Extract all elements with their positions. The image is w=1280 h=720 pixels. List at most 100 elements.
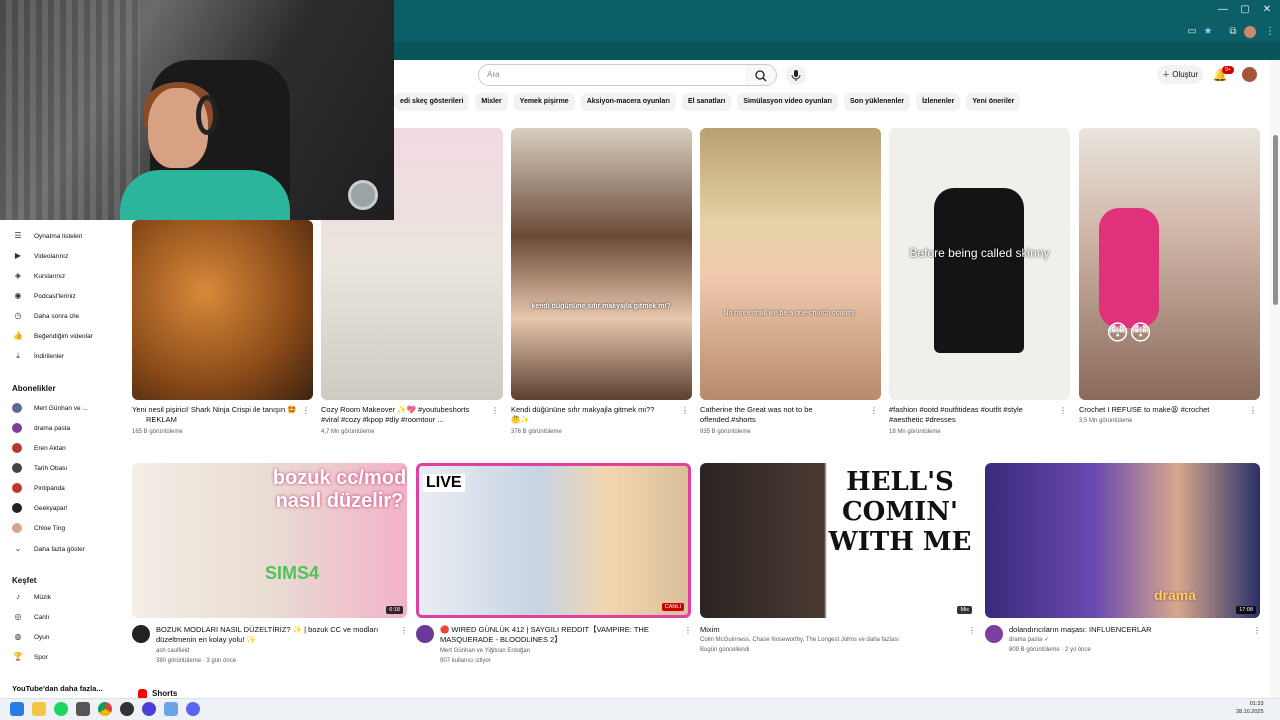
create-button[interactable]: ＋ Oluştur — [1157, 65, 1203, 84]
account-avatar[interactable] — [1242, 67, 1257, 82]
filter-chip[interactable]: El sanatları — [681, 93, 732, 111]
more-actions-icon[interactable]: ⋮ — [870, 406, 878, 415]
settings-app-icon[interactable] — [164, 702, 178, 716]
video-title[interactable]: BOZUK MODLARI NASIL DÜZELTİRİZ? ✨ | bozu… — [156, 625, 404, 635]
video-thumbnail[interactable]: LIVE CANLI — [416, 463, 691, 618]
close-icon[interactable]: ✕ — [1258, 4, 1276, 16]
sidebar-item[interactable]: ⤓ İndirilenler — [12, 349, 122, 363]
more-actions-icon[interactable]: ⋮ — [681, 406, 689, 415]
more-actions-icon[interactable]: ⋮ — [1253, 626, 1261, 635]
video-title[interactable]: Catherine the Great was not to be — [700, 405, 868, 415]
minimize-icon[interactable]: — — [1214, 4, 1232, 16]
search-input[interactable]: Ara — [478, 64, 746, 86]
filter-chip[interactable]: Yeni öneriler — [966, 93, 1021, 111]
filter-chip[interactable]: Son yüklenenler — [844, 93, 911, 111]
bookmark-star-icon[interactable]: ★ — [1202, 26, 1214, 38]
video-title[interactable]: Kendi düğününe sıfır makyajla gitmek mi?… — [511, 405, 679, 415]
explore-item[interactable]: 🏆 Spor — [12, 650, 122, 664]
subscription-item[interactable]: Eren Aktan — [12, 442, 122, 456]
video-title[interactable]: dolandırıcıların maşası: INFLUENCERLAR — [1009, 625, 1257, 635]
more-actions-icon[interactable]: ⋮ — [302, 406, 310, 415]
more-actions-icon[interactable]: ⋮ — [684, 626, 692, 635]
profile-avatar-icon[interactable] — [1244, 26, 1256, 38]
video-thumbnail[interactable]: drama 17:08 — [985, 463, 1260, 618]
more-actions-icon[interactable]: ⋮ — [968, 626, 976, 635]
windows-start-icon[interactable] — [10, 702, 24, 716]
channel-avatar[interactable] — [132, 625, 150, 643]
explore-item[interactable]: ◍ Oyun — [12, 630, 122, 644]
video-title[interactable]: #fashion #ootd #outfitideas #outfit #sty… — [889, 405, 1057, 415]
sidebar-item[interactable]: ◷ Daha sonra izle — [12, 309, 122, 323]
video-thumbnail[interactable] — [132, 220, 313, 400]
chrome-icon[interactable] — [98, 702, 112, 716]
subscriptions-heading[interactable]: Abonelikler — [12, 384, 56, 393]
app-icon[interactable] — [142, 702, 156, 716]
sidebar-item[interactable]: ☰ Oynatma listeleri — [12, 229, 122, 243]
more-actions-icon[interactable]: ⋮ — [1059, 406, 1067, 415]
explore-item[interactable]: ◎ Canlı — [12, 610, 122, 624]
video-title[interactable]: Cozy Room Makeover ✨💖 #youtubeshorts — [321, 405, 489, 415]
filter-chip[interactable]: Yemek pişirme — [513, 93, 575, 111]
explore-item[interactable]: ♪ Müzik — [12, 590, 122, 604]
video-title[interactable]: Yeni nesil pişirici! Shark Ninja Crispi … — [132, 405, 300, 415]
channel-name[interactable]: ash caulfield — [156, 646, 406, 656]
show-more-button[interactable]: ⌄ Daha fazla göster — [12, 542, 122, 556]
video-title-line2[interactable]: MASQUERADE - BLOODLINES 2】 — [440, 635, 688, 645]
file-explorer-icon[interactable] — [32, 702, 46, 716]
system-clock[interactable]: 01:33 28.10.2025 — [1236, 700, 1264, 716]
subscription-item[interactable]: Mert Günhan ve ... — [12, 402, 122, 416]
subscription-item[interactable]: Pintipanda — [12, 482, 122, 496]
subscription-item[interactable]: drama pasta — [12, 422, 122, 436]
video-thumbnail[interactable]: kendi düğününe sıfır makyajla gitmek mi? — [511, 128, 692, 400]
video-thumbnail[interactable]: HELL'S COMIN' WITH ME Mix — [700, 463, 976, 618]
search-button[interactable] — [745, 64, 777, 86]
channel-avatar[interactable] — [416, 625, 434, 643]
video-title[interactable]: 🔴 WIRED GÜNLÜK 412 | SAYGILI REDDIT【VAMP… — [440, 625, 688, 635]
spotify-icon[interactable] — [54, 702, 68, 716]
sidebar-item[interactable]: ◉ Podcast'leriniz — [12, 289, 122, 303]
video-title[interactable]: Mixim — [700, 625, 948, 635]
maximize-icon[interactable]: ▢ — [1236, 4, 1254, 16]
more-actions-icon[interactable]: ⋮ — [400, 626, 408, 635]
subscription-label: Tarih Obası — [34, 465, 68, 472]
sidebar-item[interactable]: ◈ Kurslarınız — [12, 269, 122, 283]
discord-icon[interactable] — [186, 702, 200, 716]
video-title-line2[interactable]: #viral #cozy #kpop #diy #roomtour ... — [321, 415, 489, 425]
filter-chip[interactable]: Simülasyon video oyunları — [737, 93, 839, 111]
music-icon: ♪ — [16, 592, 20, 601]
subscription-item[interactable]: Tarih Obası — [12, 462, 122, 476]
channel-name[interactable]: Colm McGuinness, Chase Noseworthy, The L… — [700, 635, 950, 645]
channel-avatar[interactable] — [985, 625, 1003, 643]
sidebar-item[interactable]: 👍 Beğendiğim videolar — [12, 329, 122, 343]
video-thumbnail[interactable]: Before being called skinny — [889, 128, 1070, 400]
video-thumbnail[interactable]: No more shall we be a one-church country… — [700, 128, 881, 400]
subscription-item[interactable]: Geekyapar! — [12, 502, 122, 516]
video-title-line2[interactable]: düzeltmenin en kolay yolu! ✨ — [156, 635, 404, 645]
video-title[interactable]: Crochet I REFUSE to make😫 #crochet — [1079, 405, 1247, 415]
more-actions-icon[interactable]: ⋮ — [491, 406, 499, 415]
view-count: Bugün güncellendi — [700, 647, 750, 653]
video-title-line2[interactable]: #aesthetic #dresses — [889, 415, 1057, 425]
subscription-item[interactable]: Chloe Ting — [12, 522, 122, 536]
more-actions-icon[interactable]: ⋮ — [1249, 406, 1257, 415]
task-view-icon[interactable] — [76, 702, 90, 716]
sidebar-item[interactable]: ▶ Videolarınız — [12, 249, 122, 263]
video-title-line2[interactable]: 🤔✨ — [511, 415, 679, 425]
menu-dots-icon[interactable]: ⋮ — [1264, 26, 1276, 38]
extensions-icon[interactable]: ⧉ — [1227, 26, 1239, 38]
filter-chip[interactable]: edi skeç gösterileri — [394, 93, 470, 111]
webcam-overlay — [0, 0, 394, 220]
video-thumbnail[interactable]: 😳😳 — [1079, 128, 1260, 400]
video-title-line2[interactable]: offended.#shorts — [700, 415, 868, 425]
channel-name[interactable]: Mert Günhan ve Yiğitcan Erdoğan — [440, 646, 690, 656]
cast-icon[interactable]: ▭ — [1186, 26, 1198, 38]
obs-icon[interactable] — [120, 702, 134, 716]
video-title-line2[interactable]: REKLAM — [146, 415, 314, 425]
channel-name[interactable]: drama pasta ✓ — [1009, 635, 1259, 645]
filter-chip[interactable]: Mixler — [475, 93, 508, 111]
video-thumbnail[interactable]: bozuk cc/mod nasıl düzelir? SIMS4 6:18 — [132, 463, 407, 618]
filter-chip[interactable]: İzlenenler — [916, 93, 961, 111]
voice-search-button[interactable] — [786, 65, 806, 85]
filter-chip[interactable]: Aksiyon-macera oyunları — [580, 93, 676, 111]
scrollbar-thumb[interactable] — [1273, 135, 1278, 305]
